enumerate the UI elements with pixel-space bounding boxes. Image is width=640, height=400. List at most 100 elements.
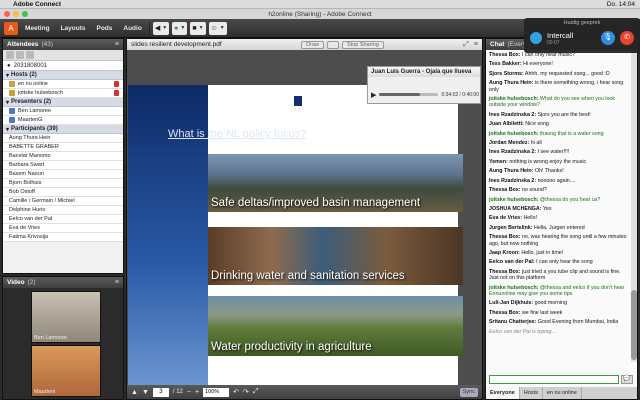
tab-en-nu-online[interactable]: en nu online	[543, 387, 582, 399]
attendee-row[interactable]: BABETTE GRABER	[3, 143, 123, 152]
play-icon[interactable]: ▶	[371, 91, 376, 99]
window-title: h2online (Sharing) - Adobe Connect	[268, 10, 372, 18]
stop-sharing-button[interactable]: Stop Sharing	[342, 40, 384, 49]
sync-button[interactable]: Sync	[459, 387, 478, 397]
menu-audio[interactable]: Audio	[119, 25, 145, 32]
minimize-window-button[interactable]	[13, 11, 19, 17]
status-view-icon[interactable]	[16, 51, 24, 59]
scrollbar-thumb[interactable]	[631, 290, 637, 360]
chat-input[interactable]	[489, 375, 619, 384]
attendee-row[interactable]: Bjorn Bolhuis	[3, 179, 123, 188]
zoom-select[interactable]: 100%	[203, 387, 230, 397]
microphone-dropdown[interactable]: ● ▼	[172, 21, 188, 35]
attendee-row[interactable]: Camille / Germain / Michiel	[3, 197, 123, 206]
attendee-row[interactable]: en nu online	[3, 80, 123, 89]
chat-text: Hello, just in time!	[519, 249, 564, 256]
chat-author: Yemen:	[489, 158, 508, 165]
fullscreen-icon[interactable]: ⤢	[463, 41, 469, 49]
chat-message: Luli-Jan Dijkhuis: good morning	[489, 300, 628, 306]
list-view-icon[interactable]	[6, 51, 14, 59]
menu-meeting[interactable]: Meeting	[21, 25, 54, 32]
chat-scrollbar[interactable]	[631, 50, 637, 362]
pod-menu-icon[interactable]: ≡	[474, 41, 478, 48]
tab-everyone[interactable]: Everyone	[486, 387, 520, 399]
chat-message: Ines Rzadzinska 2: nooooo again....	[489, 178, 628, 184]
menu-layouts[interactable]: Layouts	[57, 25, 90, 32]
attendee-row[interactable]: Bob Ostoff	[3, 188, 123, 197]
attendee-row[interactable]: Ben Lamoree	[3, 107, 123, 116]
zoom-out-icon[interactable]: −	[187, 389, 191, 396]
zoom-window-button[interactable]	[22, 11, 28, 17]
chat-messages: Thessa Box: I can only hear music? Tess B…	[486, 50, 631, 362]
chat-text: nothing is wrong enjoy the music	[507, 158, 587, 165]
chat-message: Sjors Storms: Ahhh, my requested song...…	[489, 71, 628, 77]
pod-menu-icon[interactable]: ≡	[115, 279, 119, 286]
chat-author: Ines Rzadzinska 2:	[489, 149, 537, 156]
video-feed[interactable]: Ben Lamoree	[31, 291, 101, 343]
arrow-up-icon[interactable]: ▲	[131, 389, 138, 396]
camera-dropdown[interactable]: ■ ▼	[190, 21, 206, 35]
tab-hosts[interactable]: Hosts	[520, 387, 543, 399]
hosts-group[interactable]: ▾ Hosts (2)	[3, 71, 123, 80]
audio-time: 0:34:02 / 0:40:00	[441, 91, 479, 98]
attendee-name: Bjorn Bolhuis	[9, 180, 42, 186]
collapse-icon[interactable]: ▾	[6, 99, 9, 106]
hang-up-button[interactable]: ✆	[620, 31, 634, 45]
draw-button[interactable]: Draw	[301, 40, 325, 49]
attendee-row[interactable]: Bacelar Manomo	[3, 152, 123, 161]
attendee-row[interactable]: Aung Thura Hein	[3, 134, 123, 143]
tools-icon[interactable]	[327, 40, 340, 49]
chat-author: Thessa Box:	[489, 187, 521, 194]
chat-author: Thessa Box:	[489, 234, 521, 241]
participants-group[interactable]: ▾ Participants (39)	[3, 125, 123, 134]
self-user-row[interactable]: ● 2031808001	[3, 61, 123, 71]
fit-icon[interactable]: ⤢	[253, 388, 259, 396]
attendee-name: Bacelar Manomo	[9, 153, 51, 159]
attendee-row[interactable]: MaartenG	[3, 116, 123, 125]
attendee-row[interactable]: Fatima Krivosija	[3, 233, 123, 242]
attendee-row[interactable]: Barbara Swart	[3, 161, 123, 170]
attendee-row[interactable]: Delphine Hurio	[3, 206, 123, 215]
presenters-group[interactable]: ▾ Presenters (2)	[3, 98, 123, 107]
video-feed-label: Ben Lamoree	[34, 335, 68, 341]
zoom-in-icon[interactable]: +	[195, 389, 199, 396]
video-feed[interactable]: Maarteni	[31, 345, 101, 397]
camera-icon: ■	[192, 24, 197, 32]
chat-text: I can only hear the song	[534, 259, 593, 266]
speaker-icon: ◀	[154, 25, 161, 32]
undo-icon[interactable]: ↶	[233, 388, 239, 396]
clock[interactable]: Do. 14:04	[607, 1, 635, 8]
attendees-title: Attendees	[7, 41, 39, 48]
chat-text: thaung that is a water song	[538, 130, 604, 137]
close-window-button[interactable]	[4, 11, 10, 17]
page-input[interactable]: 3	[152, 387, 169, 397]
chat-text: good morning	[533, 300, 568, 307]
attendee-row[interactable]: joitske hulsebosch	[3, 89, 123, 98]
app-name[interactable]: Adobe Connect	[13, 1, 61, 8]
toolbar-divider	[148, 21, 150, 35]
chat-message: Jaap Kroon: Hello, just in time!	[489, 250, 628, 256]
audio-seek-bar[interactable]	[379, 93, 439, 96]
redo-icon[interactable]: ↷	[243, 388, 249, 396]
menu-pods[interactable]: Pods	[92, 25, 116, 32]
send-icon[interactable]: 💬	[621, 375, 633, 384]
chat-author: Ines Rzadzinska 2:	[489, 177, 537, 184]
call-notification: Huidig gesprek Intercall 00:07 🎙 ✆	[524, 18, 640, 53]
collapse-icon[interactable]: ▾	[6, 126, 9, 133]
chat-author: Sjors Storms:	[489, 70, 524, 77]
collapse-icon[interactable]: ▾	[6, 72, 9, 79]
chat-author: joitske hulsebosch:	[489, 130, 539, 137]
attendee-row[interactable]: Basem Naouri	[3, 170, 123, 179]
attendee-row[interactable]: Eva de Vries	[3, 224, 123, 233]
arrow-down-icon[interactable]: ▼	[142, 389, 149, 396]
chat-text: Ahhh, my requested song... good :D	[523, 70, 610, 77]
microphone-icon[interactable]: 🎙	[601, 31, 615, 45]
attendee-name: BABETTE GRABER	[9, 144, 59, 150]
breakout-icon[interactable]	[26, 51, 34, 59]
chat-tabs: Everyone Hosts en nu online	[486, 387, 637, 399]
speaker-dropdown[interactable]: ◀ ▼	[152, 21, 170, 35]
chat-pod: Chat (Everyone) Thessa Box: I can only h…	[485, 38, 638, 400]
pod-menu-icon[interactable]: ≡	[115, 41, 119, 48]
attendee-row[interactable]: Eelco van der Pal	[3, 215, 123, 224]
raise-hand-dropdown[interactable]: ☺ ▼	[208, 21, 227, 35]
